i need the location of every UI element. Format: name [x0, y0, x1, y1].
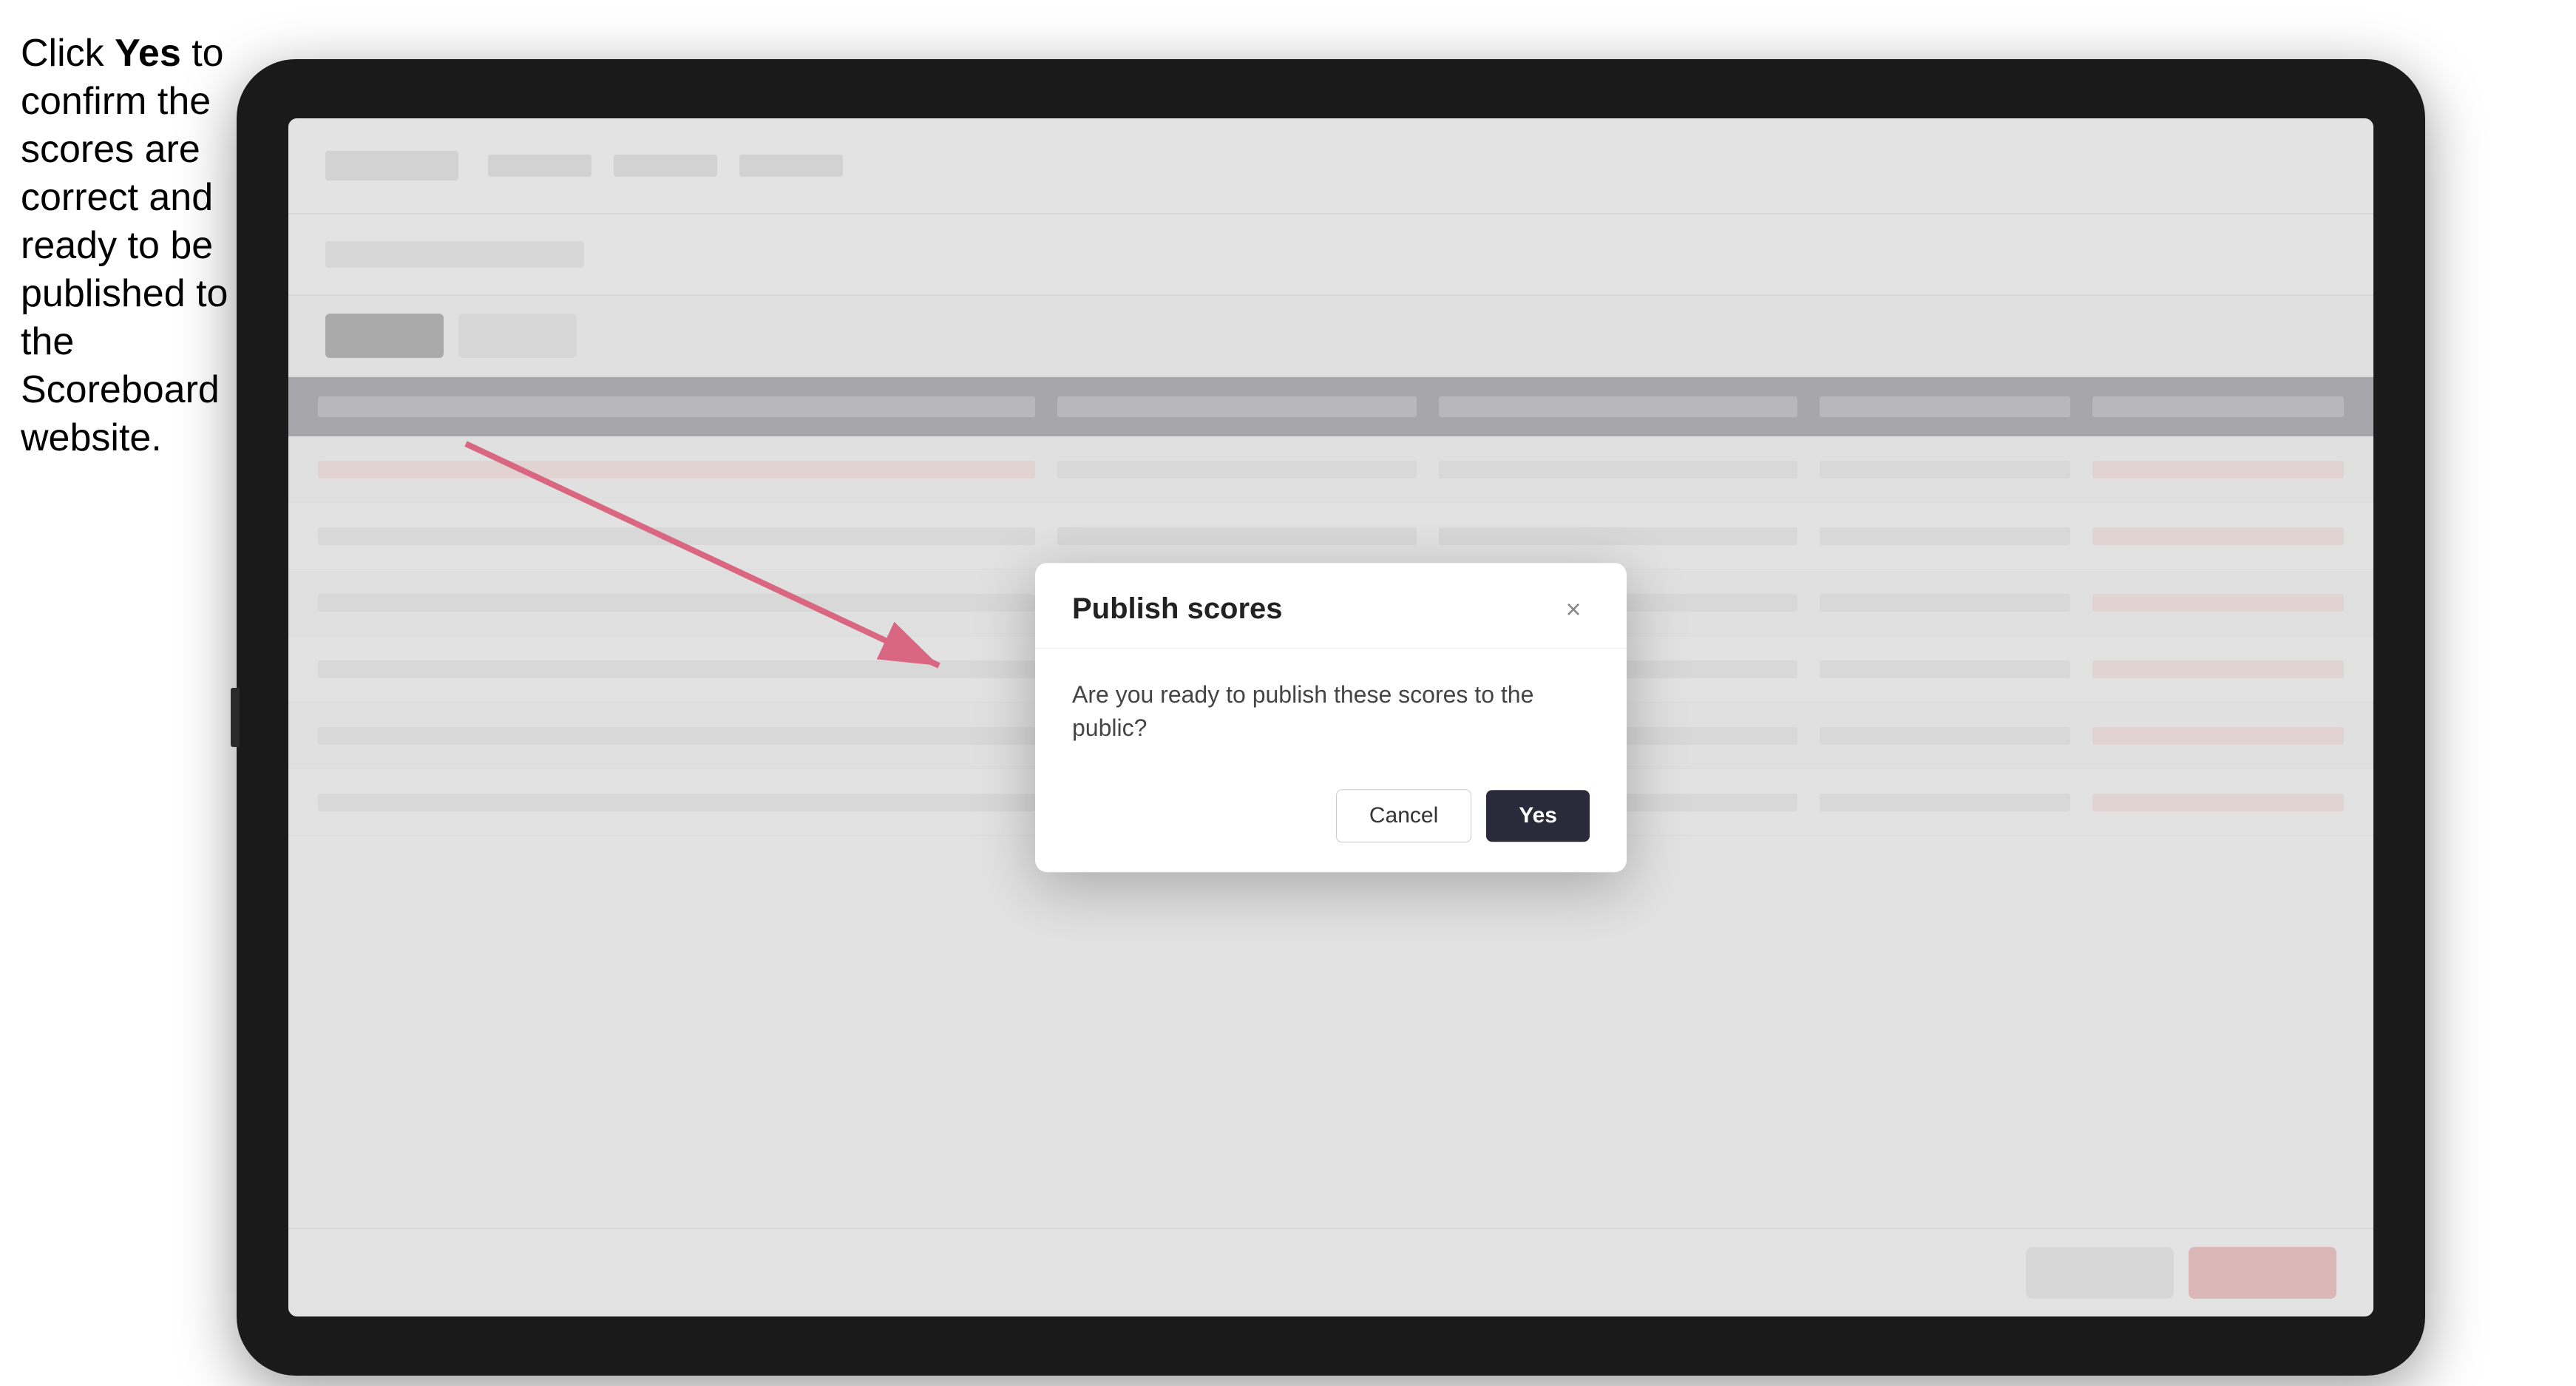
publish-scores-modal: Publish scores × Are you ready to publis… — [1035, 563, 1627, 872]
modal-title: Publish scores — [1072, 592, 1283, 626]
instruction-suffix: to confirm the scores are correct and re… — [21, 32, 228, 459]
modal-close-button[interactable]: × — [1557, 593, 1590, 626]
yes-button[interactable]: Yes — [1486, 790, 1590, 842]
tablet-side-button — [231, 688, 240, 747]
modal-footer: Cancel Yes — [1035, 774, 1627, 872]
instruction-prefix: Click — [21, 32, 115, 75]
modal-header: Publish scores × — [1035, 563, 1627, 649]
tablet-device: Publish scores × Are you ready to publis… — [237, 59, 2425, 1376]
instruction-bold: Yes — [115, 32, 181, 75]
modal-message: Are you ready to publish these scores to… — [1072, 678, 1590, 745]
tablet-screen: Publish scores × Are you ready to publis… — [288, 118, 2373, 1316]
modal-body: Are you ready to publish these scores to… — [1035, 649, 1627, 774]
instruction-text: Click Yes to confirm the scores are corr… — [21, 30, 235, 462]
cancel-button[interactable]: Cancel — [1336, 789, 1471, 842]
